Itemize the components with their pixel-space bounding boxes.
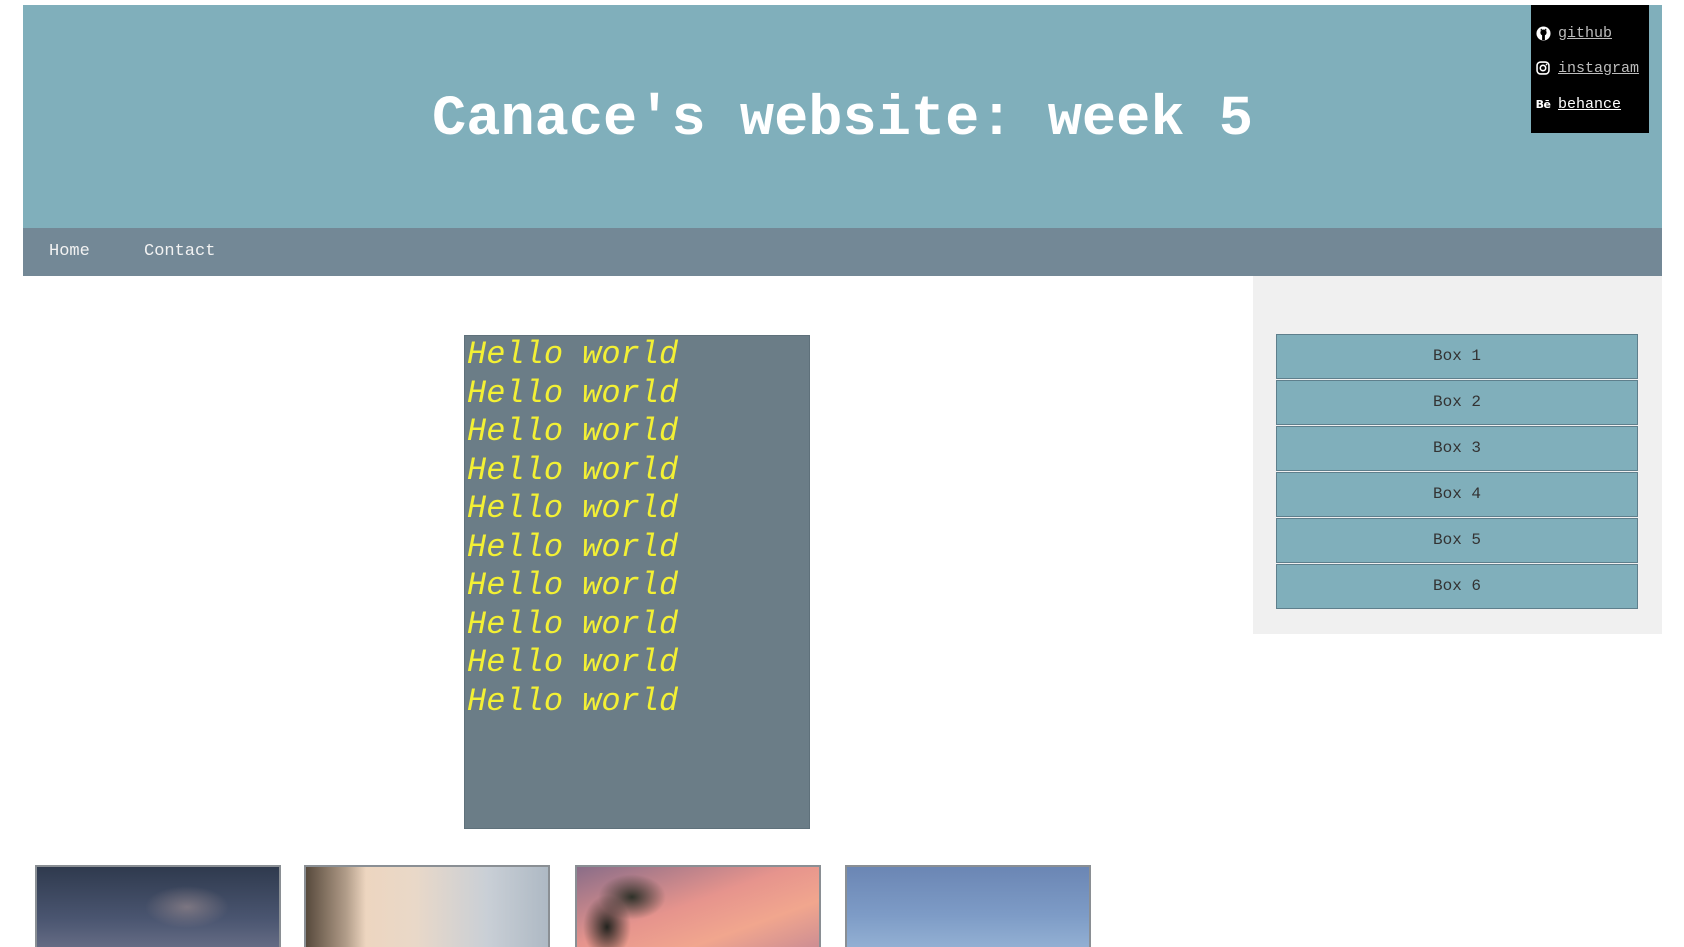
hello-line: Hello world: [467, 644, 679, 681]
hello-line: Hello world: [467, 413, 679, 450]
sidebar-box-6[interactable]: Box 6: [1276, 564, 1638, 609]
sidebar-box-4[interactable]: Box 4: [1276, 472, 1638, 517]
hello-line: Hello world: [467, 682, 679, 720]
behance-link[interactable]: behance: [1558, 96, 1621, 113]
instagram-link[interactable]: instagram: [1558, 60, 1639, 77]
hello-line: Hello world: [467, 374, 679, 412]
social-item-github[interactable]: github: [1534, 21, 1612, 45]
gallery-thumbnail[interactable]: [304, 865, 550, 947]
hello-line: Hello world: [467, 336, 679, 373]
sidebar: Box 1 Box 2 Box 3 Box 4 Box 5 Box 6: [1253, 276, 1662, 634]
social-item-instagram[interactable]: instagram: [1534, 56, 1639, 80]
instagram-icon: [1534, 59, 1552, 77]
gallery-thumbnail[interactable]: [35, 865, 281, 947]
github-link[interactable]: github: [1558, 25, 1612, 42]
sidebar-box-5[interactable]: Box 5: [1276, 518, 1638, 563]
hello-line: Hello world: [467, 528, 679, 566]
social-links-panel: github instagram Bē behance: [1531, 5, 1649, 133]
sidebar-box-3[interactable]: Box 3: [1276, 426, 1638, 471]
hello-line: Hello world: [467, 490, 679, 527]
nav-contact-link[interactable]: Contact: [144, 228, 215, 276]
sidebar-box-2[interactable]: Box 2: [1276, 380, 1638, 425]
hello-line: Hello world: [467, 605, 679, 643]
gallery-thumbnail[interactable]: [575, 865, 821, 947]
site-title: Canace's website: week 5: [432, 88, 1253, 152]
hello-line: Hello world: [467, 567, 679, 604]
hello-world-box: Hello world Hello world Hello world Hell…: [464, 335, 810, 829]
social-item-behance[interactable]: Bē behance: [1534, 92, 1621, 116]
nav-bar: Home Contact: [23, 228, 1662, 276]
hello-line: Hello world: [467, 451, 679, 489]
site-header: Canace's website: week 5 github instagra…: [23, 5, 1662, 228]
behance-icon: Bē: [1535, 97, 1551, 111]
sidebar-box-1[interactable]: Box 1: [1276, 334, 1638, 379]
github-icon: [1534, 24, 1552, 42]
nav-home-link[interactable]: Home: [49, 228, 90, 276]
gallery-thumbnail[interactable]: [845, 865, 1091, 947]
page: Canace's website: week 5 github instagra…: [23, 5, 1662, 947]
